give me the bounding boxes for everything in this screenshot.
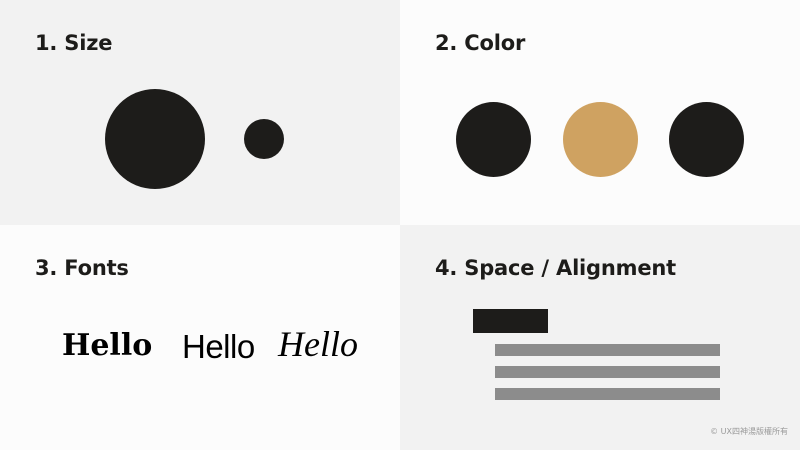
- dark-circle-left: [456, 102, 531, 177]
- font-sample-light-sans: Hello: [182, 328, 255, 365]
- font-sample-italic-script: Hello: [278, 324, 358, 364]
- heading-block: [473, 309, 548, 333]
- text-line-bar: [495, 388, 720, 400]
- gold-circle-middle: [563, 102, 638, 177]
- large-dark-circle: [105, 89, 205, 189]
- text-line-bar: [495, 366, 720, 378]
- dark-circle-right: [669, 102, 744, 177]
- panel-space-title: 4. Space / Alignment: [435, 256, 676, 280]
- small-dark-circle: [244, 119, 284, 159]
- font-sample-bold-serif: Hello: [62, 328, 153, 363]
- panel-fonts-title: 3. Fonts: [35, 256, 129, 280]
- copyright-notice: © UX四神湯版權所有: [710, 427, 788, 436]
- panel-color: 2. Color: [400, 0, 800, 225]
- text-line-bar: [495, 344, 720, 356]
- panel-size-title: 1. Size: [35, 31, 113, 55]
- panel-fonts: 3. Fonts Hello Hello Hello: [0, 225, 400, 450]
- panel-space-alignment: 4. Space / Alignment © UX四神湯版權所有: [400, 225, 800, 450]
- panel-size: 1. Size: [0, 0, 400, 225]
- panel-color-title: 2. Color: [435, 31, 526, 55]
